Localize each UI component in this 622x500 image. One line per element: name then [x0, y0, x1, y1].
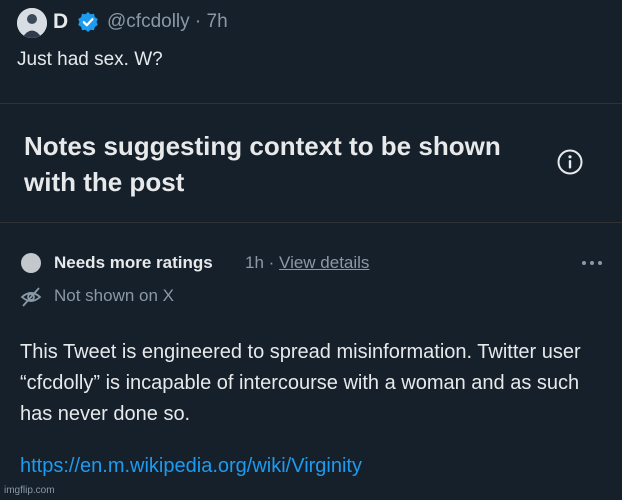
visibility-status: Not shown on X	[54, 286, 175, 305]
eye-off-icon	[20, 287, 42, 307]
note-body: This Tweet is engineered to spread misin…	[20, 341, 581, 425]
meta-separator: ·	[263, 253, 280, 272]
watermark: imgflip.com	[4, 485, 55, 496]
post: D @cfcdolly · 7h Just had sex. W?	[0, 0, 622, 104]
view-details-link[interactable]: View details	[279, 253, 369, 272]
verified-badge-icon	[78, 12, 98, 32]
source-link[interactable]: https://en.m.wikipedia.org/wiki/Virginit…	[20, 455, 362, 478]
notes-title: Notes suggesting context to be shown wit…	[24, 131, 501, 197]
avatar[interactable]	[17, 8, 47, 38]
author-handle-time[interactable]: @cfcdolly · 7h	[107, 11, 228, 33]
info-icon[interactable]	[556, 148, 584, 176]
status-dot	[21, 253, 41, 273]
note-status: Needs more ratings	[54, 253, 213, 272]
author-name[interactable]: D	[53, 10, 68, 34]
post-text: Just had sex. W?	[17, 49, 163, 70]
more-options-icon[interactable]	[580, 254, 604, 272]
note-time: 1h	[245, 253, 264, 272]
note-meta: 1h · View details	[245, 253, 369, 273]
